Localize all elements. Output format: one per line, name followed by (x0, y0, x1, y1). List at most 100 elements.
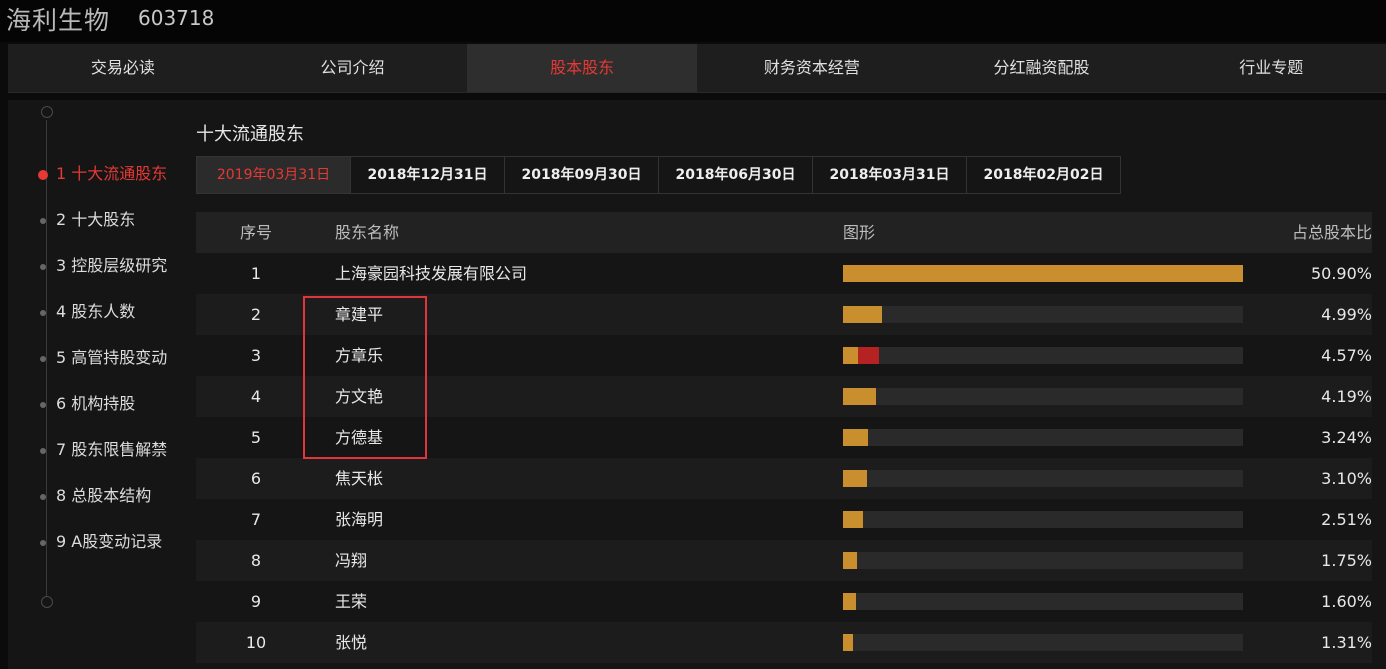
share-bar (843, 470, 868, 487)
table-row: 7 张海明 2.51% (196, 499, 1372, 540)
date-tab-4[interactable]: 2018年06月30日 (659, 157, 813, 193)
row-index: 8 (250, 551, 262, 570)
tab-finance[interactable]: 财务资本经营 (697, 44, 927, 92)
row-index: 10 (245, 633, 267, 652)
timeline-end-circle-icon (41, 596, 53, 608)
share-percent: 1.60% (1321, 592, 1372, 611)
shareholder-name[interactable]: 上海豪园科技发展有限公司 (335, 253, 527, 294)
share-bar-track (843, 634, 1243, 651)
table-row: 8 冯翔 1.75% (196, 540, 1372, 581)
tab-trading-guide[interactable]: 交易必读 (8, 44, 238, 92)
shareholder-name[interactable]: 张海明 (335, 499, 383, 540)
column-header-figure: 图形 (843, 223, 876, 242)
dot-icon (40, 217, 46, 224)
tab-company-intro[interactable]: 公司介绍 (238, 44, 468, 92)
share-percent: 3.10% (1321, 469, 1372, 488)
share-bar (843, 306, 883, 323)
shareholder-name[interactable]: 方章乐 (335, 335, 383, 376)
row-index: 7 (250, 510, 262, 529)
tab-shareholders[interactable]: 股本股东 (467, 44, 698, 92)
sidebar-item-lockup[interactable]: 7 股东限售解禁 (39, 438, 167, 462)
shareholder-name[interactable]: 方文艳 (335, 376, 383, 417)
date-tab-1[interactable]: 2019年03月31日 (197, 157, 351, 193)
share-percent: 2.51% (1321, 510, 1372, 529)
sidebar-item-a-share-changes[interactable]: 9 A股变动记录 (39, 530, 162, 554)
dot-icon (40, 447, 46, 454)
shareholder-name[interactable]: 章建平 (335, 294, 383, 335)
dot-icon (40, 309, 46, 316)
table-row: 3 方章乐 4.57% (196, 335, 1372, 376)
share-bar (843, 593, 856, 610)
sidebar-item-holding-structure[interactable]: 3 控股层级研究 (39, 254, 167, 278)
share-bar-track (843, 347, 1243, 364)
share-bar (843, 265, 1243, 282)
share-percent: 3.24% (1321, 428, 1372, 447)
row-index: 1 (250, 264, 262, 283)
date-tabs: 2019年03月31日 2018年12月31日 2018年09月30日 2018… (196, 156, 1121, 194)
row-index: 4 (250, 387, 262, 406)
company-code: 603718 (138, 6, 215, 30)
table-header-row: 序号 股东名称 图形 占总股本比 (196, 212, 1372, 253)
row-index: 6 (250, 469, 262, 488)
dot-icon (40, 539, 46, 546)
sidebar-item-capital-structure[interactable]: 8 总股本结构 (39, 484, 151, 508)
table-row: 2 章建平 4.99% (196, 294, 1372, 335)
shareholders-table: 序号 股东名称 图形 占总股本比 1 上海豪园科技发展有限公司 50.90% 2 章建平… (196, 212, 1372, 663)
shareholder-name[interactable]: 王荣 (335, 581, 367, 622)
share-bar-red-segment (857, 347, 879, 364)
sidebar-item-top10-float-holders[interactable]: 1 十大流通股东 (38, 162, 167, 186)
share-bar-track (843, 265, 1243, 282)
share-percent: 4.19% (1321, 387, 1372, 406)
share-percent: 1.75% (1321, 551, 1372, 570)
sidebar-item-holder-count[interactable]: 4 股东人数 (39, 300, 135, 324)
share-percent: 4.99% (1321, 305, 1372, 324)
tab-dividend[interactable]: 分红融资配股 (927, 44, 1157, 92)
share-bar (843, 634, 854, 651)
timeline-start-circle-icon (41, 106, 53, 118)
dot-icon (40, 401, 46, 408)
row-index: 9 (250, 592, 262, 611)
page-header: 海利生物 603718 (0, 0, 1386, 42)
company-name: 海利生物 (6, 6, 111, 35)
row-index: 5 (250, 428, 262, 447)
active-dot-icon (38, 169, 48, 180)
share-percent: 50.90% (1310, 264, 1372, 283)
column-header-name: 股东名称 (335, 223, 400, 242)
top-nav: 交易必读 公司介绍 股本股东 财务资本经营 分红融资配股 行业专题 (8, 44, 1386, 93)
share-bar-track (843, 470, 1243, 487)
table-body: 1 上海豪园科技发展有限公司 50.90% 2 章建平 4.99% 3 方章乐 4.57% 4 方文… (196, 253, 1372, 663)
date-tab-2[interactable]: 2018年12月31日 (351, 157, 505, 193)
sidebar-item-institutional[interactable]: 6 机构持股 (39, 392, 135, 416)
table-row: 1 上海豪园科技发展有限公司 50.90% (196, 253, 1372, 294)
share-bar-track (843, 552, 1243, 569)
share-bar (843, 552, 857, 569)
share-bar-track (843, 429, 1243, 446)
content-panel: 1 十大流通股东 2 十大股东 3 控股层级研究 4 股东人数 5 高管持股变动… (8, 100, 1386, 669)
dot-icon (40, 355, 46, 362)
share-bar-track (843, 388, 1243, 405)
row-index: 2 (250, 305, 262, 324)
table-row: 9 王荣 1.60% (196, 581, 1372, 622)
shareholder-name[interactable]: 张悦 (335, 622, 367, 663)
shareholder-name[interactable]: 方德基 (335, 417, 383, 458)
share-bar-track (843, 306, 1243, 323)
date-tab-5[interactable]: 2018年03月31日 (813, 157, 967, 193)
tab-industry[interactable]: 行业专题 (1156, 44, 1386, 92)
shareholder-name[interactable]: 焦天枨 (335, 458, 383, 499)
row-index: 3 (250, 346, 262, 365)
sidebar-item-top10-holders[interactable]: 2 十大股东 (39, 208, 135, 232)
shareholder-name[interactable]: 冯翔 (335, 540, 367, 581)
column-header-percent: 占总股本比 (1291, 223, 1372, 242)
date-tab-6[interactable]: 2018年02月02日 (967, 157, 1120, 193)
share-bar (843, 511, 863, 528)
date-tab-3[interactable]: 2018年09月30日 (505, 157, 659, 193)
share-bar (843, 388, 876, 405)
dot-icon (40, 263, 46, 270)
section-title: 十大流通股东 (196, 124, 304, 145)
dot-icon (40, 493, 46, 500)
share-bar-track (843, 511, 1243, 528)
sidebar-item-executive-changes[interactable]: 5 高管持股变动 (39, 346, 167, 370)
table-row: 10 张悦 1.31% (196, 622, 1372, 663)
table-row: 6 焦天枨 3.10% (196, 458, 1372, 499)
table-row: 4 方文艳 4.19% (196, 376, 1372, 417)
